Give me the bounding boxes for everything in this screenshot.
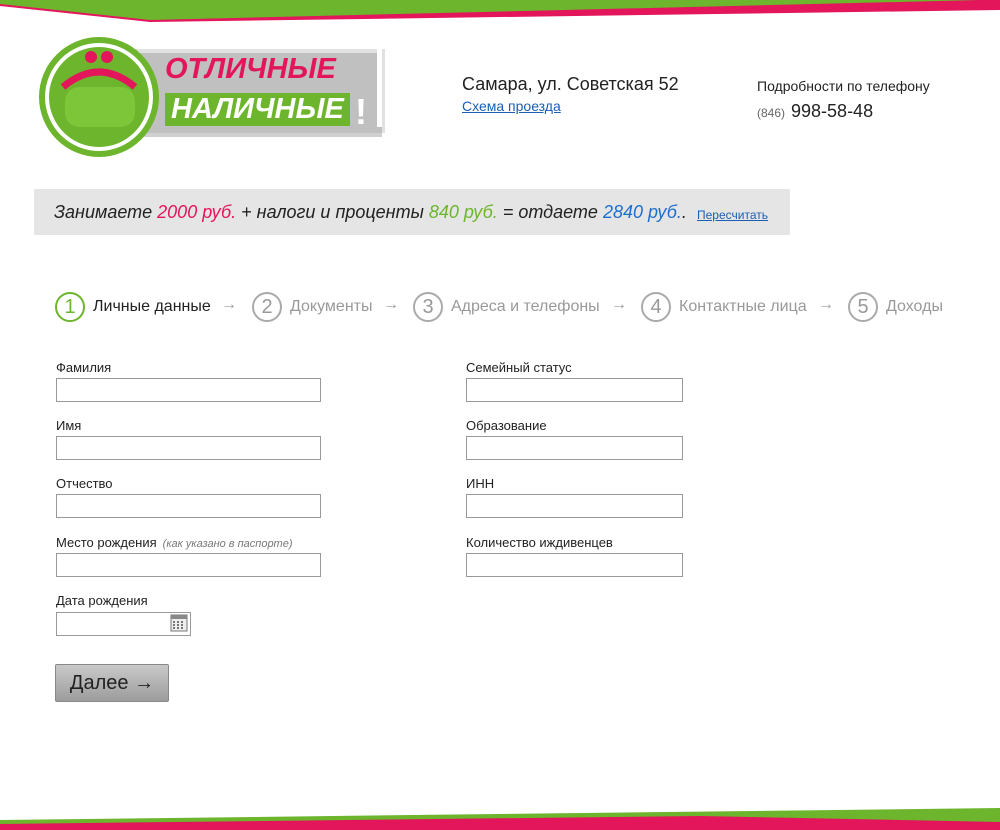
bottom-stripe [0,808,1000,830]
step-number: 5 [848,292,878,322]
loan-summary-text: Занимаете 2000 руб. + налоги и проценты … [54,202,687,223]
inn-label: ИНН [466,476,495,491]
phone-code: (846) [757,106,786,120]
borrow-amount: 2000 руб. [157,202,237,222]
birthdate-label: Дата рождения [56,593,148,608]
education-input[interactable] [466,436,683,460]
education-label: Образование [466,418,547,433]
fees-text: + налоги и проценты [241,202,424,222]
return-text: = отдаете [502,202,598,222]
marital-status-input[interactable] [466,378,683,402]
address: Самара, ул. Советская 52 [462,74,679,94]
loan-summary-bar: Занимаете 2000 руб. + налоги и проценты … [34,189,790,235]
arrow-right-icon: → [818,296,834,313]
marital-status-label: Семейный статус [466,360,572,375]
step-label: Документы [290,298,373,315]
top-stripe [0,0,1000,22]
calendar-icon[interactable] [170,614,188,632]
logo-line1: ОТЛИЧНЫЕ [165,53,336,85]
step-label: Личные данные [93,298,211,315]
birthplace-label-text: Место рождения [56,535,157,550]
step-contacts[interactable]: 4 Контактные лица [641,290,807,324]
return-amount: 2840 руб. [602,202,682,222]
lastname-input[interactable] [56,378,321,402]
logo[interactable]: ОТЛИЧНЫЕ НАЛИЧНЫЕ ! [37,35,387,160]
step-number: 4 [641,292,671,322]
logo-line2: НАЛИЧНЫЕ [165,93,350,126]
arrow-right-icon: → [221,296,237,313]
patronymic-input[interactable] [56,494,321,518]
step-label: Адреса и телефоны [451,298,600,315]
recalculate-link[interactable]: Пересчитать [697,208,768,222]
borrow-text: Занимаете [54,202,153,222]
arrow-right-icon: → [383,296,399,313]
phone-number: 998-58-48 [791,101,874,121]
firstname-label: Имя [56,418,82,433]
dependents-input[interactable] [466,553,683,577]
inn-input[interactable] [466,494,683,518]
dependents-label: Количество иждивенцев [466,535,613,550]
birthplace-input[interactable] [56,553,321,577]
step-documents[interactable]: 2 Документы [252,290,372,324]
step-label: Доходы [886,298,943,315]
fees-amount: 840 руб. [428,202,498,222]
route-link[interactable]: Схема проезда [462,98,561,114]
summary-dot: . [681,202,687,222]
phone-label: Подробности по телефону [757,78,930,94]
step-number: 2 [252,292,282,322]
next-button[interactable]: Далее → [55,664,169,702]
step-addresses[interactable]: 3 Адреса и телефоны [413,290,600,324]
birthplace-label: Место рождения (как указано в паспорте) [56,535,293,550]
lastname-label: Фамилия [56,360,112,375]
firstname-input[interactable] [56,436,321,460]
step-label: Контактные лица [679,298,807,315]
step-income[interactable]: 5 Доходы [848,290,943,324]
arrow-right-icon: → [611,296,627,313]
phone: (846) 998-58-48 [757,101,873,122]
patronymic-label: Отчество [56,476,113,491]
logo-exclamation: ! [355,91,367,132]
birthplace-hint: (как указано в паспорте) [162,538,293,550]
step-number: 1 [55,292,85,322]
step-personal-data[interactable]: 1 Личные данные [55,290,211,324]
step-number: 3 [413,292,443,322]
